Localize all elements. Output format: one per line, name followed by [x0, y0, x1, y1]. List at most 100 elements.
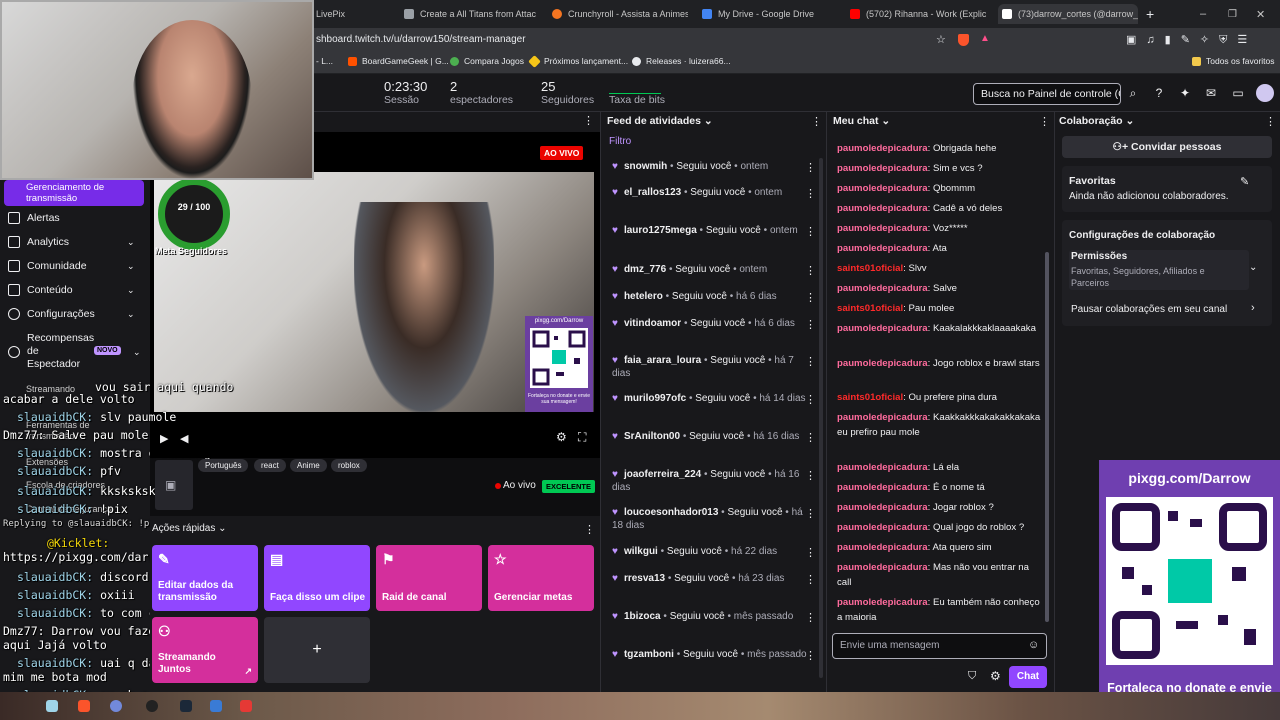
invite-people-button[interactable]: ⚇+ Convidar pessoas — [1062, 136, 1272, 158]
more-options-icon[interactable]: ⋮ — [805, 612, 816, 625]
scrollbar[interactable] — [1045, 252, 1049, 622]
emoji-icon[interactable]: ☺ — [1028, 639, 1039, 651]
brave-rewards-icon[interactable]: ▲ — [980, 33, 990, 44]
feed-item[interactable]: ♥ lauro1275mega • Seguiu você • ontem ⋮ — [612, 224, 816, 238]
feed-item[interactable]: ♥ el_rallos123 • Seguiu você • ontem ⋮ — [612, 186, 816, 200]
help-icon[interactable]: ? — [1152, 86, 1166, 100]
feed-item[interactable]: ♥ hetelero • Seguiu você • há 6 dias ⋮ — [612, 290, 816, 304]
more-options-icon[interactable]: ⋮ — [805, 265, 816, 278]
activity-feed-title[interactable]: Feed de atividades ⌄ — [607, 115, 713, 127]
chat-send-button[interactable]: Chat — [1009, 666, 1047, 688]
feed-item[interactable]: ♥ snowmih • Seguiu você • ontem ⋮ — [612, 160, 816, 174]
more-options-icon[interactable]: ⋮ — [805, 508, 816, 521]
chat-username[interactable]: saints01oficial — [837, 303, 903, 314]
avatar[interactable] — [1256, 84, 1274, 102]
more-options-icon[interactable]: ⋮ — [805, 574, 816, 587]
raid-channel-button[interactable]: ⚑ Raid de canal — [376, 545, 482, 611]
chevron-down-icon[interactable]: ⌄ — [127, 261, 135, 272]
more-options-icon[interactable]: ⋮ — [805, 394, 816, 407]
nav-alerts[interactable]: Alertas — [8, 212, 60, 224]
feed-item[interactable]: ♥ tgzamboni • Seguiu você • mês passado ⋮ — [612, 648, 816, 662]
app-icon[interactable] — [240, 700, 252, 712]
filter-button[interactable]: Filtro — [609, 136, 631, 147]
chat-username[interactable]: paumoledepicadura — [837, 358, 928, 369]
more-options-icon[interactable]: ⋮ — [1265, 115, 1276, 128]
maximize-icon[interactable]: ❐ — [1228, 4, 1240, 24]
discord-icon[interactable] — [110, 700, 122, 712]
nav-viewer-rewards[interactable]: Recompensas de Espectador — [8, 332, 94, 371]
bookmark-item[interactable]: Próximos lançament... — [528, 54, 628, 68]
chevron-down-icon[interactable]: ⌄ — [1249, 262, 1257, 273]
chevron-right-icon[interactable]: › — [1251, 302, 1255, 314]
feed-item[interactable]: ♥ faia_arara_loura • Seguiu você • há 7 d… — [612, 354, 816, 380]
nav-stream-manager[interactable]: Gerenciamento de transmissão — [4, 180, 144, 206]
close-icon[interactable]: ✕ — [1256, 4, 1268, 24]
feed-item[interactable]: ♥ 1bizoca • Seguiu você • mês passado ⋮ — [612, 610, 816, 624]
add-quick-action-button[interactable]: + — [264, 617, 370, 683]
fullscreen-icon[interactable]: ⛶ — [578, 430, 586, 445]
tag-pill[interactable]: Anime — [290, 459, 327, 472]
nav-settings[interactable]: Configurações — [8, 308, 95, 320]
shield-icon[interactable]: ⛉ — [968, 670, 976, 683]
minimize-icon[interactable]: – — [1200, 4, 1212, 24]
stream-thumbnail[interactable]: ▣ — [155, 460, 193, 510]
browser-tab-active[interactable]: (73)darrow_cortes (@darrow_co — [998, 4, 1138, 24]
feed-item[interactable]: ♥ loucoesonhador013 • Seguiu você • há 18… — [612, 506, 816, 532]
browser-tab[interactable]: Create a All Titans from Attack o — [404, 4, 536, 24]
chat-username[interactable]: paumoledepicadura — [837, 522, 928, 533]
nav-analytics[interactable]: Analytics — [8, 236, 69, 248]
more-options-icon[interactable]: ⋮ — [584, 523, 595, 536]
bookmark-item[interactable]: Compara Jogos — [450, 56, 524, 66]
feed-item[interactable]: ♥ vitindoamor • Seguiu você • há 6 dias ⋮ — [612, 317, 816, 331]
bookmark-item[interactable]: Todos os favoritos — [1192, 56, 1275, 66]
quick-actions-title[interactable]: Ações rápidas ⌄ — [152, 523, 227, 534]
chat-username[interactable]: paumoledepicadura — [837, 143, 928, 154]
bookmark-item[interactable]: - L... — [316, 56, 333, 66]
brave-shield-icon[interactable] — [958, 34, 969, 46]
chat-username[interactable]: saints01oficial — [837, 392, 903, 403]
more-options-icon[interactable]: ⋮ — [805, 432, 816, 445]
more-options-icon[interactable]: ⋮ — [805, 650, 816, 663]
chat-username[interactable]: paumoledepicadura — [837, 283, 928, 294]
feed-item[interactable]: ♥ rresva13 • Seguiu você • há 23 dias ⋮ — [612, 572, 816, 586]
url-field[interactable]: shboard.twitch.tv/u/darrow150/stream-man… — [316, 32, 1006, 48]
chevron-down-icon[interactable]: ⌄ — [133, 347, 141, 358]
settings-gear-icon[interactable]: ⚙ — [990, 669, 1001, 683]
star-icon[interactable]: ☆ — [936, 33, 946, 46]
steam-icon[interactable] — [180, 700, 192, 712]
brave-icon[interactable] — [78, 700, 90, 712]
more-options-icon[interactable]: ⋮ — [805, 162, 816, 175]
chat-username[interactable]: paumoledepicadura — [837, 562, 928, 573]
search-icon[interactable]: ⌕ — [1126, 86, 1140, 100]
chat-username[interactable]: paumoledepicadura — [837, 412, 928, 423]
new-tab-icon[interactable]: + — [1146, 4, 1158, 24]
chat-username[interactable]: saints01oficial — [837, 263, 903, 274]
stream-together-button[interactable]: ⚇ Streamando Juntos ↗ — [152, 617, 258, 683]
browser-tab[interactable]: LivePix — [316, 4, 396, 24]
tag-pill[interactable]: Português — [198, 459, 249, 472]
manage-goals-button[interactable]: ☆ Gerenciar metas — [488, 545, 594, 611]
chat-username[interactable]: paumoledepicadura — [837, 163, 928, 174]
browser-tab[interactable]: Crunchyroll - Assista a Animes, J — [552, 4, 688, 24]
tag-pill[interactable]: react — [254, 459, 286, 472]
chat-username[interactable]: paumoledepicadura — [837, 502, 928, 513]
browser-tab[interactable]: (5702) Rihanna - Work (Explicit) — [850, 4, 986, 24]
chevron-down-icon[interactable]: ⌄ — [127, 309, 135, 320]
chat-username[interactable]: paumoledepicadura — [837, 183, 928, 194]
chat-message-input[interactable]: Envie uma mensagem — [832, 633, 1047, 659]
chat-username[interactable]: paumoledepicadura — [837, 597, 928, 608]
chat-username[interactable]: paumoledepicadura — [837, 203, 928, 214]
chat-title[interactable]: Meu chat ⌄ — [833, 115, 890, 127]
settings-gear-icon[interactable]: ⚙ — [556, 430, 567, 444]
collab-title[interactable]: Colaboração ⌄ — [1059, 115, 1134, 127]
more-options-icon[interactable]: ⋮ — [805, 292, 816, 305]
chevron-down-icon[interactable]: ⌄ — [127, 285, 135, 296]
nav-community[interactable]: Comunidade — [8, 260, 87, 272]
feed-item[interactable]: ♥ dmz_776 • Seguiu você • ontem ⋮ — [612, 263, 816, 277]
chat-username[interactable]: paumoledepicadura — [837, 223, 928, 234]
feed-item[interactable]: ♥ murilo997ofc • Seguiu você • há 14 dias… — [612, 392, 816, 406]
more-options-icon[interactable]: ⋮ — [805, 188, 816, 201]
more-options-icon[interactable]: ⋮ — [805, 356, 816, 369]
tag-pill[interactable]: roblox — [331, 459, 367, 472]
more-options-icon[interactable]: ⋮ — [583, 114, 594, 127]
